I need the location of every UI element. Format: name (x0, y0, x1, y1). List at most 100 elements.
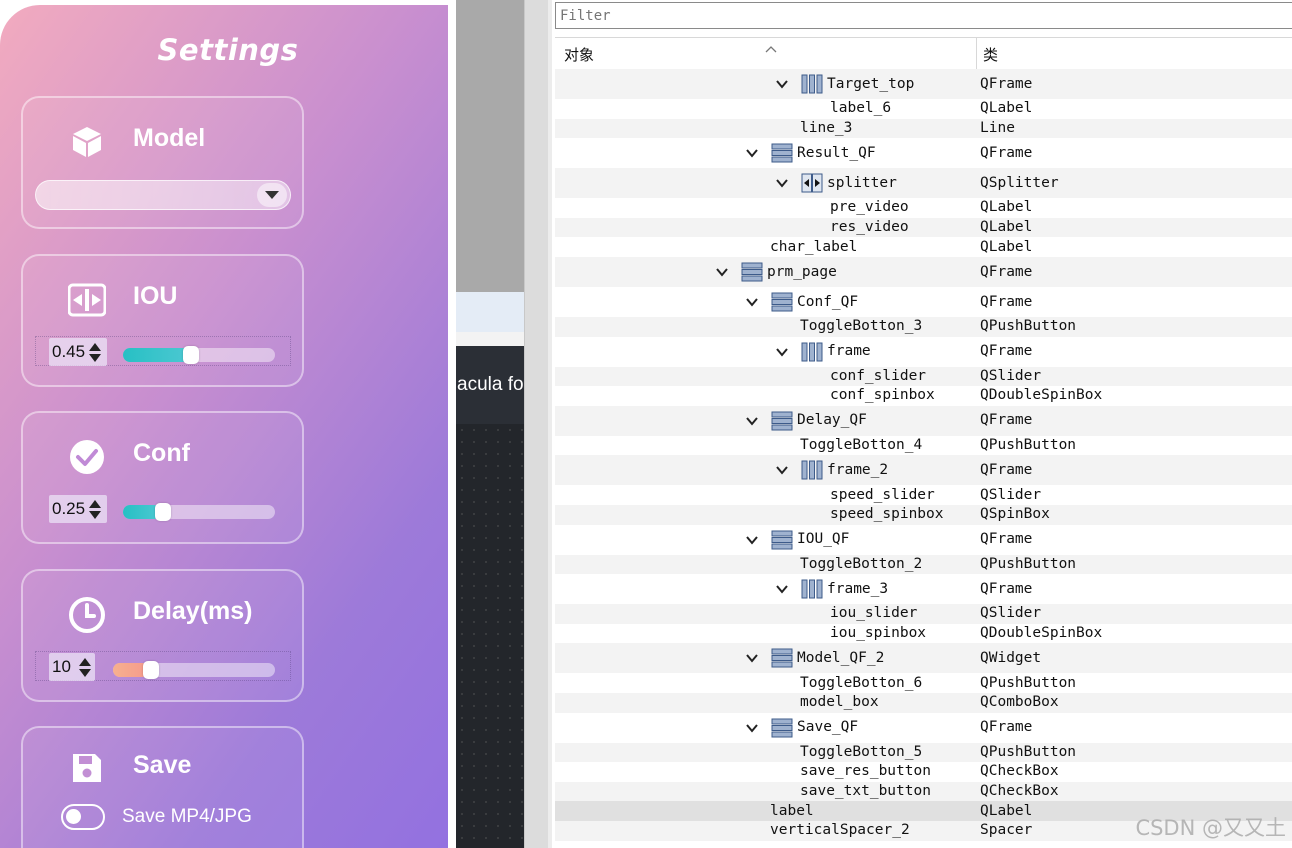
chevron-down-icon[interactable] (745, 721, 759, 735)
tree-row[interactable]: ToggleBotton_3 QPushButton (555, 317, 1292, 337)
tree-row[interactable]: char_label QLabel (555, 237, 1292, 257)
save-title[interactable]: Save (133, 751, 191, 780)
model-title[interactable]: Model (133, 124, 205, 153)
object-class: Spacer (980, 822, 1033, 839)
delay-slider-handle[interactable] (143, 661, 159, 679)
column-separator[interactable] (976, 38, 977, 70)
tree-row[interactable]: iou_spinbox QDoubleSpinBox (555, 624, 1292, 644)
delay-spinbox[interactable]: 10 (49, 653, 95, 681)
object-name: speed_spinbox (830, 506, 944, 523)
tree-row[interactable]: IOU_QF QFrame (555, 525, 1292, 555)
chevron-down-icon[interactable] (745, 146, 759, 160)
tree-row[interactable]: speed_slider QSlider (555, 485, 1292, 505)
delay-title[interactable]: Delay(ms) (133, 597, 253, 626)
conf-title[interactable]: Conf (133, 439, 190, 468)
tree-row[interactable]: splitter QSplitter (555, 168, 1292, 199)
chevron-down-icon[interactable] (745, 295, 759, 309)
object-class: QComboBox (980, 694, 1059, 711)
object-name: conf_slider (830, 367, 927, 384)
tree-row[interactable]: ToggleBotton_5 QPushButton (555, 742, 1292, 763)
tree-row[interactable]: conf_spinbox QDoubleSpinBox (555, 386, 1292, 406)
chevron-down-icon[interactable] (775, 345, 789, 359)
conf-slider-handle[interactable] (155, 503, 171, 521)
settings-panel: Settings Model IOU 0.45 Conf 0.25 Delay(… (0, 5, 448, 848)
splitter-icon (801, 173, 823, 193)
chevron-down-icon[interactable] (775, 176, 789, 190)
settings-title[interactable]: Settings (0, 33, 448, 67)
tree-row[interactable]: save_res_button QCheckBox (555, 762, 1292, 782)
object-class: QFrame (980, 580, 1033, 597)
conf-spinbox[interactable]: 0.25 (49, 495, 107, 523)
tree-row[interactable]: speed_spinbox QSpinBox (555, 505, 1292, 525)
object-class: QSlider (980, 605, 1042, 622)
object-name: pre_video (830, 199, 909, 216)
watermark: CSDN @又又土 (1135, 816, 1286, 840)
iou-slider-handle[interactable] (183, 346, 199, 364)
background-window: acula fo (456, 0, 524, 848)
tree-row[interactable]: line_3 Line (555, 118, 1292, 139)
tree-row[interactable]: res_video QLabel (555, 217, 1292, 238)
chevron-down-icon[interactable] (775, 463, 789, 477)
object-name: iou_slider (830, 605, 918, 622)
vertical-layout-icon (771, 143, 793, 163)
tree-row[interactable]: iou_slider QSlider (555, 604, 1292, 624)
column-header-object[interactable]: 对象 (564, 44, 594, 65)
tree-row[interactable]: prm_page QFrame (555, 257, 1292, 287)
iou-title[interactable]: IOU (133, 282, 177, 311)
tree-row[interactable]: Delay_QF QFrame (555, 405, 1292, 436)
tree-row[interactable]: Save_QF QFrame (555, 713, 1292, 743)
tree-row[interactable]: model_box QComboBox (555, 693, 1292, 713)
delay-slider[interactable] (113, 661, 275, 679)
model-combobox[interactable] (35, 180, 291, 210)
floppy-disk-icon (67, 748, 107, 788)
model-card: Model (21, 96, 304, 229)
background-panel (456, 0, 524, 292)
object-name: Delay_QF (797, 412, 867, 429)
object-name: line_3 (800, 119, 853, 136)
tree-row[interactable]: frame QFrame (555, 337, 1292, 367)
object-class: QFrame (980, 343, 1033, 360)
object-class: QSplitter (980, 174, 1059, 191)
chevron-down-icon[interactable] (745, 533, 759, 547)
object-class: QSlider (980, 367, 1042, 384)
tree-row[interactable]: label_6 QLabel (555, 99, 1292, 119)
tree-row[interactable]: Model_QF_2 QWidget (555, 643, 1292, 674)
delay-card: Delay(ms) 10 (21, 569, 304, 702)
column-header-class[interactable]: 类 (983, 44, 998, 65)
tree-row[interactable]: ToggleBotton_6 QPushButton (555, 673, 1292, 693)
object-name: ToggleBotton_4 (800, 437, 923, 454)
chevron-down-icon[interactable] (745, 414, 759, 428)
iou-slider[interactable] (123, 346, 275, 364)
spin-arrows-icon[interactable] (77, 657, 93, 677)
chevron-down-icon[interactable] (775, 582, 789, 596)
tree-row[interactable]: save_txt_button QCheckBox (555, 781, 1292, 802)
object-class: QSlider (980, 486, 1042, 503)
tree-row[interactable]: conf_slider QSlider (555, 366, 1292, 387)
tree-row[interactable]: frame_2 QFrame (555, 455, 1292, 486)
chevron-down-icon[interactable] (715, 265, 729, 279)
tree-row[interactable]: Conf_QF QFrame (555, 287, 1292, 317)
object-class: QPushButton (980, 318, 1077, 335)
object-name: Save_QF (797, 719, 859, 736)
tree-row[interactable]: Result_QF QFrame (555, 138, 1292, 168)
spin-arrows-icon[interactable] (87, 499, 103, 519)
check-circle-icon (67, 437, 107, 477)
object-name: frame_3 (827, 580, 889, 597)
horizontal-layout-icon (801, 74, 823, 94)
chevron-down-icon[interactable] (257, 183, 287, 207)
tree-row[interactable]: ToggleBotton_4 QPushButton (555, 436, 1292, 456)
save-toggle[interactable] (61, 804, 105, 830)
object-name: frame (827, 343, 871, 360)
chevron-down-icon[interactable] (745, 651, 759, 665)
object-class: QWidget (980, 649, 1042, 666)
filter-input[interactable] (555, 2, 1292, 29)
tree-row[interactable]: pre_video QLabel (555, 198, 1292, 218)
conf-slider[interactable] (123, 503, 275, 521)
chevron-down-icon[interactable] (775, 77, 789, 91)
tree-row[interactable]: Target_top QFrame (555, 69, 1292, 99)
tree-row[interactable]: ToggleBotton_2 QPushButton (555, 554, 1292, 575)
iou-spinbox[interactable]: 0.45 (49, 338, 107, 366)
vertical-layout-icon (771, 530, 793, 550)
tree-row[interactable]: frame_3 QFrame (555, 574, 1292, 604)
spin-arrows-icon[interactable] (87, 342, 103, 362)
